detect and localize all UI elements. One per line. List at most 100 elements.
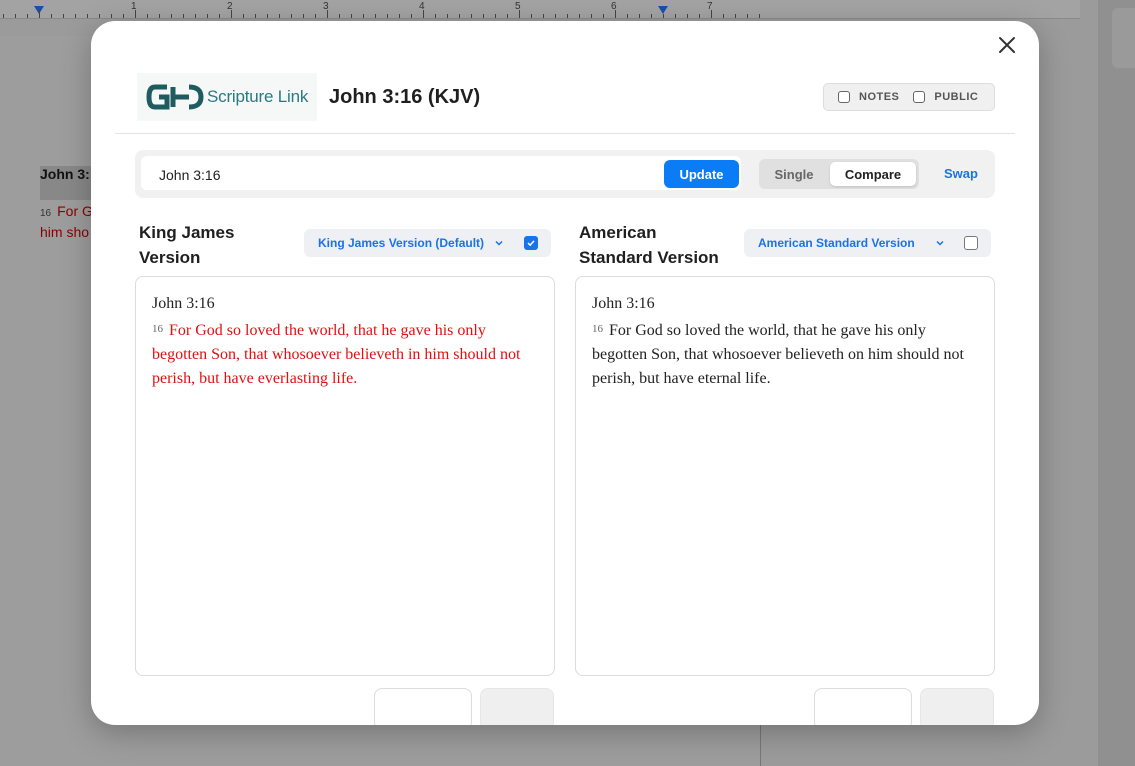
ruler-tick — [351, 14, 352, 18]
verse-text: For God so loved the world, that he gave… — [592, 322, 964, 387]
ruler-tick — [651, 14, 652, 18]
verse-number: 16 — [592, 323, 603, 335]
action-button[interactable] — [374, 688, 472, 725]
ruler-right-marker[interactable] — [658, 6, 668, 14]
ruler-number: 5 — [515, 1, 521, 12]
passage-reference: John 3:16 — [152, 295, 215, 312]
compare-button[interactable]: Compare — [830, 162, 916, 186]
search-value: John 3:16 — [159, 167, 221, 183]
secondary-action-button[interactable] — [480, 688, 554, 725]
doc-verse-number: 16 — [40, 208, 52, 219]
ruler-number: 7 — [707, 1, 713, 12]
ruler-tick — [471, 14, 472, 18]
ruler-tick — [171, 14, 172, 18]
ruler-tick — [639, 14, 640, 18]
passage-panel: John 3:16 16 For God so loved the world, … — [135, 276, 555, 676]
ruler-tick — [495, 14, 496, 18]
ruler-tick — [699, 14, 700, 18]
ruler-tick — [279, 14, 280, 18]
version-select[interactable]: King James Version (Default) — [304, 229, 551, 257]
ruler-tick — [15, 14, 16, 18]
ruler-tick — [27, 14, 28, 18]
verse-text: For God so loved the world, that he gave… — [152, 322, 521, 387]
ruler-tick — [39, 10, 40, 18]
passage-panel: John 3:16 16 For God so loved the world, … — [575, 276, 995, 676]
ruler-tick — [75, 14, 76, 18]
page-title: John 3:16 (KJV) — [329, 86, 481, 108]
update-button[interactable]: Update — [664, 160, 739, 188]
passage-text: 16 For God so loved the world, that he ga… — [152, 319, 537, 391]
action-button[interactable] — [814, 688, 912, 725]
ruler-tick — [267, 14, 268, 18]
version-select-label: King James Version (Default) — [318, 236, 485, 250]
version-column-left: King James Version King James Version (D… — [135, 220, 555, 725]
public-checkbox[interactable] — [913, 91, 926, 103]
verse-number: 16 — [152, 323, 163, 335]
ruler-tick — [603, 14, 604, 18]
passage-text: 16 For God so loved the world, that he ga… — [592, 319, 977, 391]
ruler-tick — [591, 14, 592, 18]
ruler-tick — [435, 14, 436, 18]
search-input[interactable]: John 3:16 — [141, 156, 741, 190]
ruler-tick — [87, 14, 88, 18]
ruler-tick — [183, 14, 184, 18]
public-toggle[interactable]: PUBLIC — [913, 91, 978, 103]
single-button[interactable]: Single — [759, 159, 829, 189]
notes-toggle[interactable]: NOTES — [838, 91, 899, 103]
chevron-down-icon — [495, 240, 503, 246]
ruler-tick — [99, 14, 100, 18]
ruler-tick — [51, 14, 52, 18]
logo-mark — [146, 84, 204, 110]
ruler-number: 4 — [419, 1, 425, 12]
ruler-tick — [363, 14, 364, 18]
ruler-tick — [447, 14, 448, 18]
doc-verse-line2: him sho — [40, 224, 90, 240]
close-icon[interactable] — [997, 35, 1017, 55]
ruler-tick — [675, 14, 676, 18]
ruler-tick — [747, 14, 748, 18]
ruler-tick — [411, 14, 412, 18]
modal-header: Scripture Link John 3:16 (KJV) NOTES PUB… — [115, 71, 1015, 134]
ruler-tick — [195, 14, 196, 18]
public-label: PUBLIC — [934, 91, 979, 103]
ruler-tick — [531, 14, 532, 18]
version-select[interactable]: American Standard Version — [744, 229, 991, 257]
ruler-tick — [663, 14, 664, 18]
ruler-tick — [3, 14, 4, 18]
swap-button[interactable]: Swap — [944, 166, 978, 181]
ruler-tick — [483, 14, 484, 18]
passage-reference: John 3:16 — [592, 295, 655, 312]
ruler-number: 1 — [131, 1, 137, 12]
notes-checkbox[interactable] — [838, 91, 850, 103]
ruler-tick — [315, 14, 316, 18]
view-mode-toggle: Single Compare — [759, 159, 919, 189]
ruler-tick — [291, 14, 292, 18]
side-panel — [1098, 0, 1135, 766]
ruler-tick — [507, 14, 508, 18]
ruler-tick — [255, 14, 256, 18]
ruler-tick — [375, 14, 376, 18]
ruler-tick — [723, 14, 724, 18]
ruler: 1 2 3 4 5 6 7 — [0, 0, 1080, 19]
toggle-group: NOTES PUBLIC — [823, 83, 995, 111]
ruler-tick — [219, 14, 220, 18]
scripture-link-modal: Scripture Link John 3:16 (KJV) NOTES PUB… — [91, 21, 1039, 725]
ruler-tick — [399, 14, 400, 18]
ruler-tick — [339, 14, 340, 18]
ruler-number: 2 — [227, 1, 233, 12]
ruler-tick — [111, 14, 112, 18]
version-checkbox[interactable] — [964, 236, 978, 250]
ruler-tick — [687, 14, 688, 18]
ruler-tick — [579, 14, 580, 18]
ruler-number: 6 — [611, 1, 617, 12]
logo-text: Scripture Link — [207, 87, 309, 106]
version-checkbox-checked[interactable] — [524, 236, 538, 250]
ruler-tick — [123, 14, 124, 18]
secondary-action-button[interactable] — [920, 688, 994, 725]
doc-verse-line1: For G — [57, 203, 93, 219]
version-column-right: American Standard Version American Stand… — [575, 220, 995, 725]
chevron-down-icon — [936, 240, 944, 246]
ruler-number: 3 — [323, 1, 329, 12]
column-title: King James Version — [139, 223, 235, 267]
ruler-tick — [735, 14, 736, 18]
